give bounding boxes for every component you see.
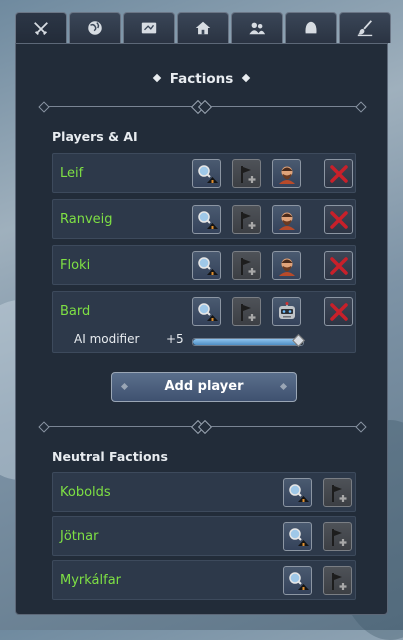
controller-button[interactable] — [272, 297, 301, 326]
faction-name: Jötnar — [60, 529, 99, 544]
players-section-title: Players & AI — [52, 129, 138, 144]
factions-panel: Factions Players & AI Leif Ranveig Floki… — [15, 43, 388, 615]
tab-people[interactable] — [231, 12, 283, 43]
player-row: Leif — [52, 153, 356, 193]
remove-player-button[interactable] — [324, 205, 353, 234]
player-row: Floki — [52, 245, 356, 285]
player-name: Leif — [60, 166, 84, 181]
player-name: Floki — [60, 258, 91, 273]
player-row: Ranveig — [52, 199, 356, 239]
ai-modifier-label: AI modifier — [74, 332, 140, 346]
button-ornament-right — [279, 382, 288, 391]
locate-button[interactable] — [283, 566, 312, 595]
controller-button[interactable] — [272, 205, 301, 234]
human-portrait-icon — [278, 212, 295, 230]
helmet-icon — [305, 21, 317, 34]
map-icon — [141, 22, 157, 34]
divider-top — [38, 99, 367, 115]
add-player-button[interactable]: Add player — [111, 372, 297, 402]
magnifier-house-icon — [197, 256, 218, 275]
magnifier-house-icon — [197, 302, 218, 321]
page-title: Factions — [169, 71, 234, 87]
human-portrait-icon — [278, 258, 295, 276]
tab-appearance[interactable] — [339, 12, 391, 43]
tab-factions[interactable] — [15, 12, 67, 45]
flag-add-button[interactable] — [232, 251, 261, 280]
divider-bottom — [38, 419, 367, 435]
magnifier-house-icon — [288, 483, 309, 502]
flag-plus-icon — [331, 484, 346, 502]
tab-bar — [15, 12, 391, 45]
tab-world[interactable] — [69, 12, 121, 43]
flag-add-button[interactable] — [232, 159, 261, 188]
robot-icon — [278, 301, 295, 319]
faction-name: Kobolds — [60, 485, 111, 500]
neutral-section-title: Neutral Factions — [52, 449, 168, 464]
magnifier-house-icon — [288, 527, 309, 546]
flag-add-button[interactable] — [232, 297, 261, 326]
slider-fill — [193, 339, 298, 345]
magnifier-house-icon — [197, 210, 218, 229]
people-icon — [249, 22, 266, 35]
player-row: Bard AI modifier +5 — [52, 291, 356, 353]
flag-plus-icon — [240, 257, 255, 275]
crossed-swords-icon — [34, 22, 48, 36]
close-icon — [329, 210, 348, 229]
add-player-label: Add player — [164, 379, 244, 394]
neutral-faction-row: Jötnar — [52, 516, 356, 556]
flag-add-button[interactable] — [323, 478, 352, 507]
neutral-faction-row: Kobolds — [52, 472, 356, 512]
ai-modifier-value: +5 — [166, 332, 184, 346]
magnifier-house-icon — [288, 571, 309, 590]
flag-plus-icon — [240, 303, 255, 321]
controller-button[interactable] — [272, 159, 301, 188]
faction-name: Myrkálfar — [60, 573, 122, 588]
flag-plus-icon — [240, 211, 255, 229]
tab-map[interactable] — [123, 12, 175, 43]
locate-button[interactable] — [192, 251, 221, 280]
remove-player-button[interactable] — [324, 159, 353, 188]
title-ornament-right — [242, 73, 251, 83]
flag-plus-icon — [331, 528, 346, 546]
locate-button[interactable] — [192, 205, 221, 234]
remove-player-button[interactable] — [324, 297, 353, 326]
flag-add-button[interactable] — [323, 566, 352, 595]
player-name: Bard — [60, 304, 91, 319]
locate-button[interactable] — [283, 478, 312, 507]
locate-button[interactable] — [192, 159, 221, 188]
human-portrait-icon — [278, 166, 295, 184]
globe-icon — [88, 21, 102, 35]
locate-button[interactable] — [283, 522, 312, 551]
controller-button[interactable] — [272, 251, 301, 280]
locate-button[interactable] — [192, 297, 221, 326]
brush-icon — [357, 20, 373, 37]
close-icon — [329, 164, 348, 183]
flag-plus-icon — [240, 165, 255, 183]
close-icon — [329, 256, 348, 275]
button-ornament-left — [120, 382, 129, 391]
tab-settlement[interactable] — [177, 12, 229, 43]
flag-add-button[interactable] — [232, 205, 261, 234]
house-icon — [195, 21, 211, 35]
ai-modifier-slider[interactable] — [192, 334, 305, 347]
player-name: Ranveig — [60, 212, 113, 227]
title-ornament-left — [152, 73, 161, 83]
flag-add-button[interactable] — [323, 522, 352, 551]
remove-player-button[interactable] — [324, 251, 353, 280]
close-icon — [329, 302, 348, 321]
panel-header: Factions — [16, 71, 387, 87]
neutral-faction-row: Myrkálfar — [52, 560, 356, 600]
magnifier-house-icon — [197, 164, 218, 183]
flag-plus-icon — [331, 572, 346, 590]
tab-units[interactable] — [285, 12, 337, 43]
